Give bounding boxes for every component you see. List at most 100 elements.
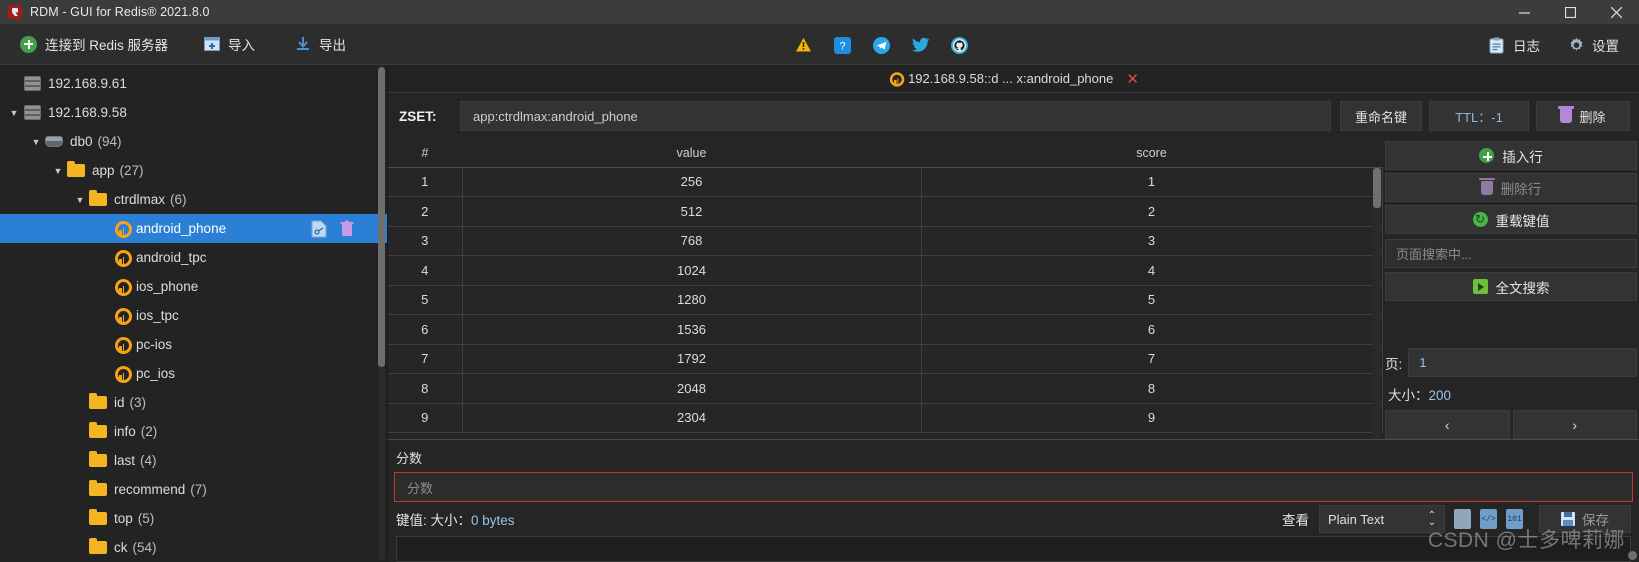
twitter-icon[interactable] <box>912 37 930 53</box>
delete-row-button[interactable]: 删除行 <box>1385 173 1637 202</box>
ttl-button[interactable]: TTL：-1 <box>1429 101 1529 131</box>
table-cell-value[interactable]: 512 <box>461 196 922 227</box>
telegram-icon[interactable] <box>873 36 890 54</box>
minimize-icon[interactable] <box>1501 0 1547 24</box>
page-input[interactable]: 1 <box>1408 348 1637 377</box>
import-button[interactable]: 导入 <box>182 24 269 65</box>
table-cell-idx[interactable]: 1 <box>388 166 463 197</box>
insert-row-button[interactable]: 插入行 <box>1385 141 1637 170</box>
tree-node-ctrdlmax[interactable]: ▼ ctrdlmax (6) <box>0 185 387 214</box>
tree-node-ios_tpc[interactable]: ▼ ios_tpc <box>0 301 387 330</box>
table-cell-score[interactable]: 5 <box>920 284 1383 315</box>
rename-key-button[interactable]: 重命名键 <box>1339 101 1422 131</box>
export-button[interactable]: 导出 <box>269 24 360 65</box>
tree-node-ios_phone[interactable]: ▼ ios_phone <box>0 272 387 301</box>
table-cell-idx[interactable]: 3 <box>388 225 463 256</box>
table-row[interactable]: 3 768 3 <box>388 225 1383 256</box>
settings-button[interactable]: 设置 <box>1554 24 1633 65</box>
tree-node-app[interactable]: ▼ app (27) <box>0 156 387 185</box>
table-row[interactable]: 9 2304 9 <box>388 402 1383 433</box>
table-cell-value[interactable]: 2048 <box>461 373 922 404</box>
edit-key-icon[interactable] <box>311 220 327 238</box>
tree-node-recommend[interactable]: ▼ recommend (7) <box>0 475 387 504</box>
maximize-icon[interactable] <box>1547 0 1593 24</box>
table-scrollbar-thumb[interactable] <box>1373 168 1381 208</box>
table-cell-idx[interactable]: 6 <box>388 314 463 345</box>
table-cell-score[interactable]: 1 <box>920 166 1383 197</box>
tree-node-db0[interactable]: ▼ db0 (94) <box>0 127 387 156</box>
tab-android-phone[interactable]: 192.168.9.58::d ... x:android_phone ✕ <box>888 65 1139 93</box>
table-cell-value[interactable]: 1792 <box>461 343 922 374</box>
table-cell-value[interactable]: 1536 <box>461 314 922 345</box>
next-page-button[interactable]: › <box>1512 410 1637 439</box>
page-search-input[interactable]: 页面搜索中... <box>1385 239 1637 268</box>
table-cell-idx[interactable]: 8 <box>388 373 463 404</box>
table-row[interactable]: 4 1024 4 <box>388 255 1383 286</box>
delete-key-button[interactable]: 删除 <box>1536 101 1630 131</box>
table-cell-idx[interactable]: 7 <box>388 343 463 374</box>
prev-page-button[interactable]: ‹ <box>1385 410 1510 439</box>
code-doc-icon[interactable] <box>1480 509 1497 529</box>
sidebar-scrollbar-thumb[interactable] <box>378 67 385 367</box>
tree-node-android_phone[interactable]: ▼ android_phone <box>0 214 387 243</box>
chevron-down-icon[interactable]: ▼ <box>50 166 66 176</box>
close-icon[interactable] <box>1593 0 1639 24</box>
tree-node-pc-ios[interactable]: ▼ pc-ios <box>0 330 387 359</box>
table-cell-score[interactable]: 6 <box>920 314 1383 345</box>
tree-node-id[interactable]: ▼ id (3) <box>0 388 387 417</box>
reload-value-button[interactable]: 重载键值 <box>1385 205 1637 234</box>
score-input[interactable]: 分数 <box>394 472 1633 502</box>
table-cell-idx[interactable]: 4 <box>388 255 463 286</box>
tree-node-192-168-9-61[interactable]: ▼ 192.168.9.61 <box>0 69 387 98</box>
chevron-down-icon[interactable]: ▼ <box>28 137 44 147</box>
table-cell-value[interactable]: 256 <box>461 166 922 197</box>
table-cell-score[interactable]: 2 <box>920 196 1383 227</box>
table-cell-value[interactable]: 1024 <box>461 255 922 286</box>
save-button[interactable]: 保存 <box>1539 505 1631 533</box>
tree-node-pc_ios[interactable]: ▼ pc_ios <box>0 359 387 388</box>
table-row[interactable]: 6 1536 6 <box>388 314 1383 345</box>
table-column-header[interactable]: # <box>388 139 462 168</box>
table-cell-score[interactable]: 4 <box>920 255 1383 286</box>
warning-icon[interactable] <box>795 37 811 53</box>
table-row[interactable]: 8 2048 8 <box>388 373 1383 404</box>
table-row[interactable]: 7 1792 7 <box>388 343 1383 374</box>
connect-to-redis-server-button[interactable]: 连接到 Redis 服务器 <box>6 24 182 65</box>
table-cell-idx[interactable]: 5 <box>388 284 463 315</box>
table-row[interactable]: 2 512 2 <box>388 196 1383 227</box>
table-cell-idx[interactable]: 9 <box>388 402 463 433</box>
tree-node-ck[interactable]: ▼ ck (54) <box>0 533 387 562</box>
editor-scroll-handle[interactable] <box>1628 551 1637 560</box>
tree-node-last[interactable]: ▼ last (4) <box>0 446 387 475</box>
table-cell-score[interactable]: 3 <box>920 225 1383 256</box>
table-cell-score[interactable]: 8 <box>920 373 1383 404</box>
key-name-input[interactable]: app:ctrdlmax:android_phone <box>460 101 1331 131</box>
help-icon[interactable]: ? <box>834 36 851 54</box>
view-format-select[interactable]: Plain Text ⌃ ⌄ <box>1319 505 1445 533</box>
table-scrollbar-track[interactable] <box>1373 168 1381 439</box>
tree-node-android_tpc[interactable]: ▼ android_tpc <box>0 243 387 272</box>
tree-node-192-168-9-58[interactable]: ▼ 192.168.9.58 <box>0 98 387 127</box>
delete-key-icon[interactable] <box>339 220 355 238</box>
chevron-down-icon[interactable]: ▼ <box>72 195 88 205</box>
full-text-search-button[interactable]: 全文搜索 <box>1385 272 1637 301</box>
table-cell-value[interactable]: 1280 <box>461 284 922 315</box>
table-column-header[interactable]: score <box>921 139 1382 168</box>
tree-node-top[interactable]: ▼ top (5) <box>0 504 387 533</box>
binary-doc-icon[interactable] <box>1506 509 1523 529</box>
table-column-header[interactable]: value <box>462 139 921 168</box>
table-cell-score[interactable]: 7 <box>920 343 1383 374</box>
table-cell-idx[interactable]: 2 <box>388 196 463 227</box>
tab-close-icon[interactable]: ✕ <box>1126 70 1139 88</box>
chevron-down-icon[interactable]: ▼ <box>6 108 22 118</box>
value-textarea[interactable] <box>396 536 1631 562</box>
table-cell-score[interactable]: 9 <box>920 402 1383 433</box>
table-row[interactable]: 5 1280 5 <box>388 284 1383 315</box>
table-row[interactable]: 1 256 1 <box>388 166 1383 197</box>
clipboard-icon[interactable] <box>1454 509 1471 529</box>
table-cell-value[interactable]: 768 <box>461 225 922 256</box>
tree-node-info[interactable]: ▼ info (2) <box>0 417 387 446</box>
github-icon[interactable] <box>951 36 968 54</box>
table-cell-value[interactable]: 2304 <box>461 402 922 433</box>
log-button[interactable]: 日志 <box>1475 24 1554 65</box>
